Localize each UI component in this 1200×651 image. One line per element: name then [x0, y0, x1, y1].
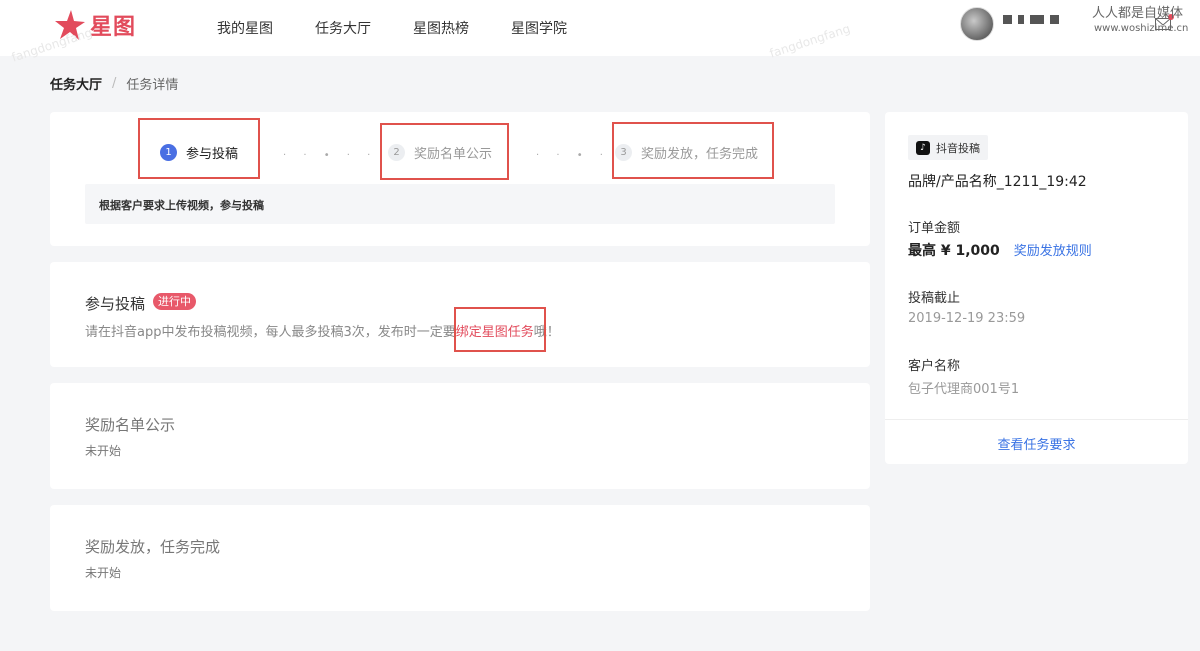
order-amount: 最高 ¥ 1,000 奖励发放规则	[908, 240, 1092, 260]
deadline-value: 2019-12-19 23:59	[908, 311, 1026, 326]
step-connector: · · • · ·	[283, 150, 378, 161]
breadcrumb-task-hall[interactable]: 任务大厅	[50, 74, 102, 93]
view-requirements-button[interactable]: 查看任务要求	[885, 434, 1188, 453]
nav-task-hall[interactable]: 任务大厅	[315, 18, 371, 38]
product-name: 品牌/产品名称_1211_19:42	[908, 174, 1087, 190]
site-watermark: 人人都是自媒体	[1092, 6, 1184, 21]
nav-academy[interactable]: 星图学院	[511, 18, 567, 38]
tiktok-icon: ♪	[916, 140, 930, 155]
user-avatar[interactable]	[960, 7, 994, 41]
nav-my-xingtu[interactable]: 我的星图	[217, 18, 273, 38]
instruction-text: 请在抖音app中发布投稿视频，每人最多投稿3次，发布时一定要	[85, 325, 456, 340]
nav-hot-list[interactable]: 星图热榜	[413, 18, 469, 38]
section-title: 奖励发放，任务完成	[85, 538, 221, 556]
platform-tag-label: 抖音投稿	[936, 141, 980, 155]
client-value: 包子代理商001号1	[908, 382, 1020, 397]
faint-watermark: fangdongfang	[767, 21, 852, 61]
highlight-box	[138, 118, 260, 179]
highlight-box	[380, 123, 509, 180]
platform-tag: ♪ 抖音投稿	[908, 135, 988, 160]
order-amount-label: 订单金额	[908, 221, 961, 236]
client-label: 客户名称	[908, 359, 961, 374]
section-status: 未开始	[85, 566, 122, 580]
task-info-panel: ♪ 抖音投稿 品牌/产品名称_1211_19:42 订单金额 最高 ¥ 1,00…	[885, 112, 1188, 464]
deadline-label: 投稿截止	[908, 291, 961, 306]
top-header: 星图 我的星图 任务大厅 星图热榜 星图学院 fangdongfang fang…	[0, 0, 1200, 65]
section-title: 奖励名单公示	[85, 416, 176, 434]
breadcrumb-separator: /	[112, 76, 117, 91]
username-blurred[interactable]	[1003, 15, 1059, 24]
status-badge: 进行中	[153, 293, 196, 310]
highlight-box	[454, 307, 546, 352]
breadcrumb-current: 任务详情	[126, 78, 179, 93]
brand-name: 星图	[90, 15, 137, 40]
step-description: 根据客户要求上传视频，参与投稿	[85, 184, 835, 224]
faint-watermark: fangdongfang	[9, 25, 94, 65]
reward-complete-card: 奖励发放，任务完成 未开始	[50, 505, 870, 611]
section-title: 参与投稿	[85, 295, 146, 313]
progress-steps-card: 1 参与投稿 · · • · · 2 奖励名单公示 · · • · · 3 奖励…	[50, 112, 870, 246]
site-watermark-url: www.woshizime.cn	[1094, 23, 1189, 34]
divider	[885, 419, 1188, 420]
highlight-box	[612, 122, 774, 179]
section-status: 未开始	[85, 444, 122, 458]
reward-rules-link[interactable]: 奖励发放规则	[1014, 244, 1092, 259]
submit-section-card: 参与投稿 进行中 请在抖音app中发布投稿视频，每人最多投稿3次，发布时一定要绑…	[50, 262, 870, 367]
reward-list-card: 奖励名单公示 未开始	[50, 383, 870, 489]
breadcrumb: 任务大厅 / 任务详情	[50, 74, 178, 93]
main-nav: 我的星图 任务大厅 星图热榜 星图学院	[217, 0, 609, 56]
order-amount-value: 最高 ¥ 1,000	[908, 243, 1000, 259]
